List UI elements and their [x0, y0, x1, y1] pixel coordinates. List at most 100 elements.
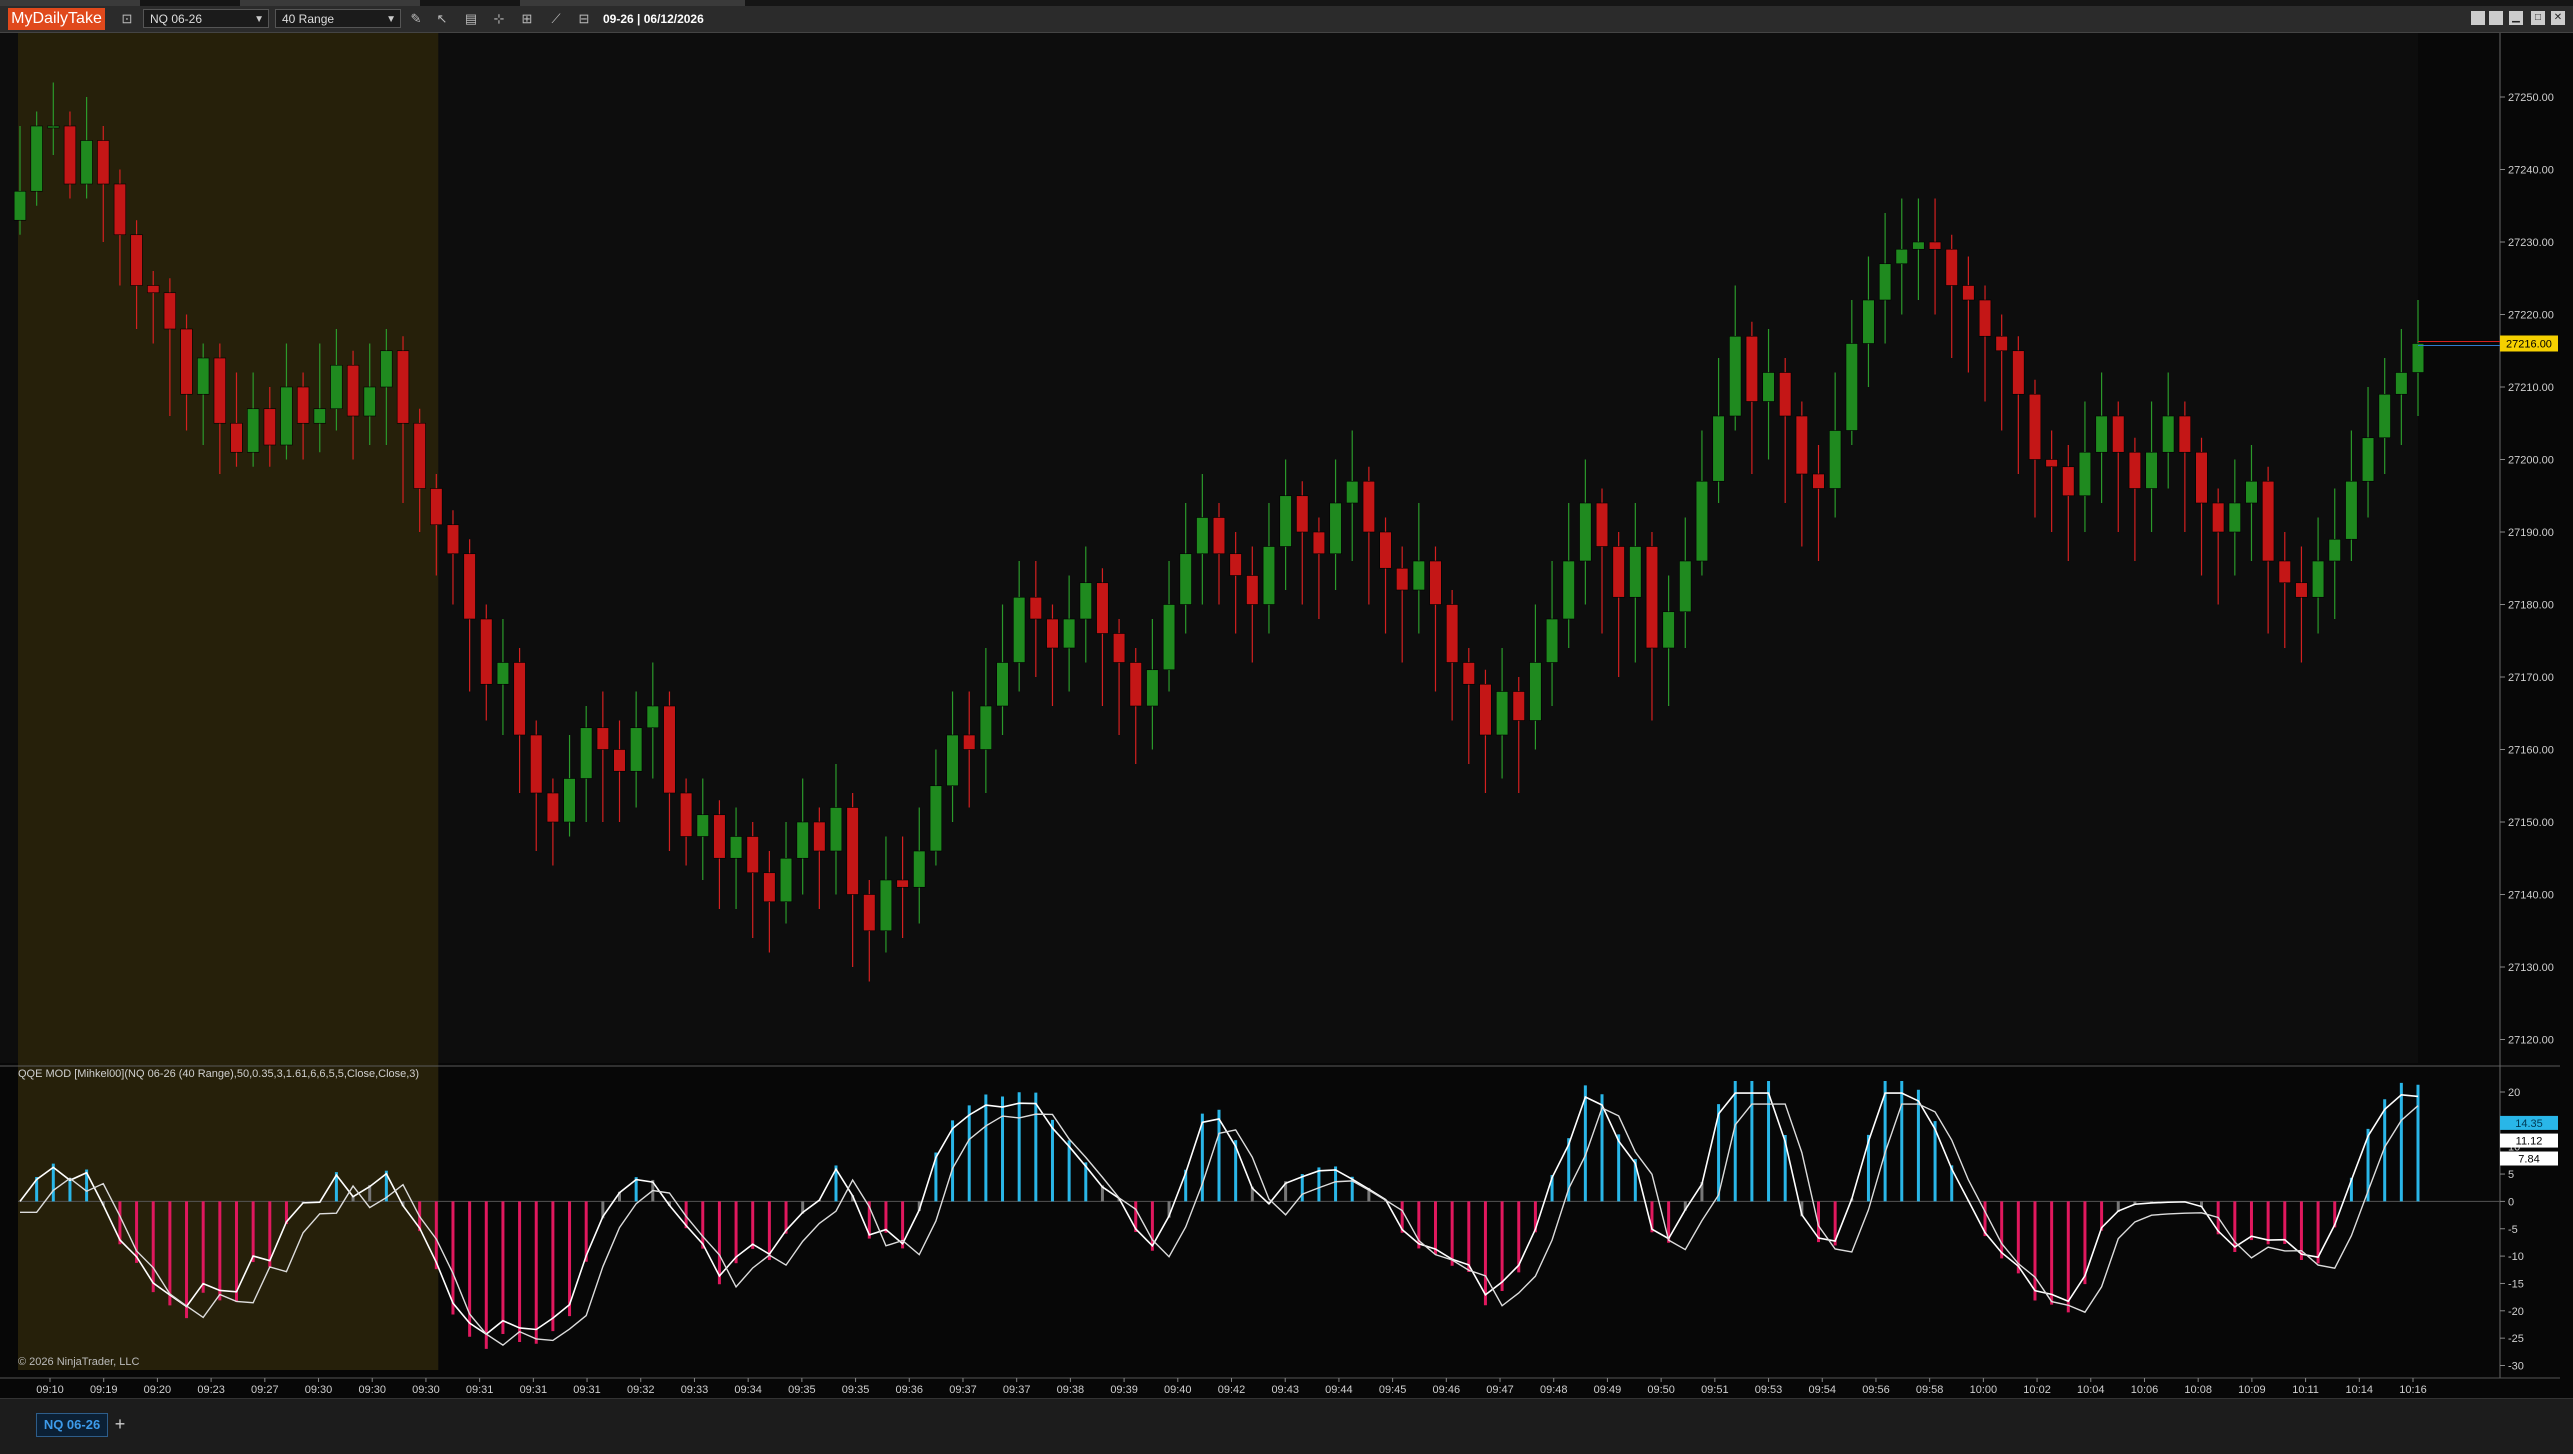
candle [729, 836, 743, 859]
candle [913, 850, 926, 888]
time-tick-label: 09:27 [251, 1384, 279, 1396]
time-tick-label: 09:36 [896, 1384, 924, 1396]
candle [2411, 343, 2425, 373]
candle [563, 778, 576, 823]
footer-tabs: NQ 06-26 + [0, 1398, 2573, 1454]
candle [2112, 415, 2125, 453]
time-tick-label: 09:33 [681, 1384, 709, 1396]
candle [580, 727, 593, 779]
time-tick-label: 09:50 [1647, 1384, 1675, 1396]
candle [2245, 480, 2258, 504]
instrument-selector[interactable]: NQ 06-26 ▼ [143, 9, 269, 28]
candle [696, 814, 709, 837]
time-tick-label: 09:39 [1110, 1384, 1138, 1396]
candle [1379, 531, 1392, 569]
candle [213, 357, 226, 424]
candle [1562, 560, 1575, 620]
time-tick-label: 09:54 [1808, 1384, 1836, 1396]
chevron-down-icon: ▼ [254, 14, 264, 25]
candle [879, 879, 893, 932]
minimize-icon[interactable]: ▁ [2509, 11, 2523, 25]
candle [263, 408, 276, 446]
restore-icon[interactable] [2471, 11, 2485, 25]
link-icon[interactable]: ⊡ [118, 10, 136, 28]
candle [247, 408, 260, 453]
candle [929, 785, 943, 852]
time-tick-label: 10:08 [2184, 1384, 2212, 1396]
pre-session-shade [18, 33, 439, 1370]
time-tick-label: 09:20 [144, 1384, 172, 1396]
cursor-icon[interactable]: ↖ [433, 10, 451, 28]
time-tick-label: 09:42 [1218, 1384, 1246, 1396]
candle [363, 386, 376, 417]
candle [1446, 604, 1459, 663]
candle [596, 727, 609, 750]
indicator-tick-label: -30 [2508, 1361, 2524, 1373]
time-tick-label: 09:30 [305, 1384, 333, 1396]
candle [829, 807, 843, 852]
candle [1013, 596, 1026, 663]
drawing-tools-icon[interactable]: ⟋ [547, 10, 565, 28]
candle [1928, 241, 1942, 250]
candle [530, 734, 543, 794]
candle [2311, 560, 2325, 598]
candle [2195, 451, 2208, 504]
candle [1645, 546, 1659, 649]
candle [180, 328, 193, 395]
chart-style-icon[interactable]: ▤ [462, 10, 480, 28]
maximize-icon[interactable]: □ [2531, 11, 2545, 25]
crosshair-icon[interactable]: ⊹ [490, 10, 508, 28]
candle [1812, 473, 1825, 489]
time-tick-label: 10:00 [1970, 1384, 1998, 1396]
candle [496, 662, 510, 685]
instrument-label: NQ 06-26 [150, 12, 203, 26]
indicator-label: QQE MOD [Mihkel00](NQ 06-26 (40 Range),5… [18, 1068, 419, 1080]
chart-info: 09-26 | 06/12/2026 [603, 12, 704, 26]
candle [346, 364, 360, 417]
candle [1246, 575, 1259, 605]
data-box-icon[interactable]: ⊟ [575, 10, 593, 28]
candle [1429, 560, 1442, 605]
time-tick-label: 10:16 [2399, 1384, 2427, 1396]
pencil-icon[interactable]: ✎ [407, 10, 425, 28]
candle [1712, 415, 1725, 482]
time-tick-label: 10:09 [2238, 1384, 2266, 1396]
indicator-value-label: 14.35 [2515, 1118, 2543, 1130]
time-tick-label: 09:46 [1433, 1384, 1461, 1396]
close-icon[interactable]: ✕ [2551, 11, 2565, 25]
candle [2278, 560, 2291, 584]
indicator-tick-label: -20 [2508, 1306, 2524, 1318]
tab-nq-06-26[interactable]: NQ 06-26 [36, 1413, 108, 1437]
candle [1962, 285, 1975, 301]
indicator-tick-label: -15 [2508, 1278, 2524, 1290]
candle [163, 292, 177, 330]
candle [2145, 451, 2158, 489]
time-tick-label: 09:35 [842, 1384, 870, 1396]
candle [2378, 393, 2391, 439]
candle [513, 662, 526, 736]
price-tick-label: 27230.00 [2508, 237, 2554, 249]
candle [396, 350, 410, 424]
candle [1695, 480, 1709, 562]
candle [896, 879, 909, 888]
tile-icon[interactable] [2489, 11, 2503, 25]
candle [1878, 263, 1892, 301]
bar-type-selector[interactable]: 40 Range ▼ [275, 9, 401, 28]
candle [1396, 567, 1409, 591]
time-tick-label: 09:40 [1164, 1384, 1192, 1396]
chart-panel[interactable]: 27250.00 27240.00 27230.00 27220.00 27210.00… [0, 33, 2573, 1398]
candle [197, 357, 210, 395]
candle [463, 553, 476, 620]
candle [296, 386, 310, 424]
candle [946, 734, 959, 787]
candle [1862, 299, 1875, 344]
candle [80, 140, 93, 185]
candle [1612, 546, 1625, 598]
zoom-icon[interactable]: ⊞ [518, 10, 536, 28]
chart-canvas[interactable]: 27250.00 27240.00 27230.00 27220.00 27210.00… [0, 33, 2573, 1398]
candle [2178, 415, 2191, 453]
add-tab-icon[interactable]: + [110, 1413, 130, 1435]
candle [1912, 241, 1925, 250]
price-tick-label: 27240.00 [2508, 165, 2554, 177]
candle [2045, 459, 2058, 468]
